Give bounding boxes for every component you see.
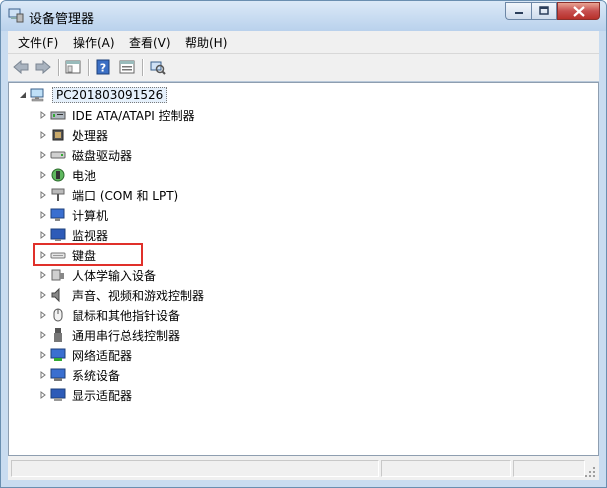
- tree-item-label: 监视器: [72, 228, 109, 243]
- help-icon: ?: [96, 59, 110, 75]
- expand-arrow-icon[interactable]: [38, 391, 47, 400]
- device-manager-icon: [8, 7, 24, 23]
- menu-view[interactable]: 查看(V): [129, 34, 171, 51]
- sound-icon: [50, 287, 66, 303]
- mouse-icon: [50, 307, 66, 323]
- properties-icon: [119, 60, 135, 74]
- computer-icon: [30, 87, 46, 103]
- computer-icon: [50, 207, 66, 223]
- tree-item-label: 系统设备: [72, 368, 121, 383]
- tree-root[interactable]: PC201803091526: [18, 85, 168, 105]
- expand-arrow-icon[interactable]: [38, 291, 47, 300]
- tree-item[interactable]: 显示适配器: [38, 385, 132, 405]
- tree-item[interactable]: 端口 (COM 和 LPT): [38, 185, 178, 205]
- tree-item-label: 鼠标和其他指针设备: [72, 308, 181, 323]
- tree-item[interactable]: 磁盘驱动器: [38, 145, 132, 165]
- tree-item-label: 计算机: [72, 208, 109, 223]
- tree-item-label: 显示适配器: [72, 388, 133, 403]
- disk-drive-icon: [50, 147, 66, 163]
- scan-hardware-icon: [150, 61, 166, 75]
- svg-text:?: ?: [100, 62, 106, 75]
- tree-item[interactable]: 系统设备: [38, 365, 120, 385]
- window-title: 设备管理器: [29, 12, 95, 27]
- close-icon: [572, 5, 585, 17]
- minimize-icon: [514, 12, 523, 14]
- tree-item-label: 磁盘驱动器: [72, 148, 133, 163]
- menu-help[interactable]: 帮助(H): [185, 34, 227, 51]
- menu-action[interactable]: 操作(A): [73, 34, 115, 51]
- status-panel-2: [381, 460, 511, 477]
- tree-item[interactable]: 计算机: [38, 205, 108, 225]
- expand-arrow-icon[interactable]: [38, 191, 47, 200]
- tree-item-label: 端口 (COM 和 LPT): [72, 188, 179, 203]
- expand-arrow-icon[interactable]: [38, 331, 47, 340]
- expand-arrow-icon[interactable]: [38, 271, 47, 280]
- scan-hardware-button[interactable]: [149, 58, 167, 76]
- back-icon: [13, 60, 29, 74]
- close-button[interactable]: [557, 2, 600, 20]
- tree-item[interactable]: 网络适配器: [38, 345, 132, 365]
- title-bar[interactable]: 设备管理器: [1, 1, 606, 31]
- properties-button[interactable]: [118, 58, 136, 76]
- collapse-arrow-icon[interactable]: [18, 91, 27, 100]
- forward-icon: [35, 60, 51, 74]
- expand-arrow-icon[interactable]: [38, 151, 47, 160]
- status-bar: [8, 456, 599, 480]
- tree-item[interactable]: 监视器: [38, 225, 108, 245]
- tree-item-label: 网络适配器: [72, 348, 133, 363]
- display-adapter-icon: [50, 387, 66, 403]
- expand-arrow-icon[interactable]: [38, 211, 47, 220]
- tree-item-label: 通用串行总线控制器: [72, 328, 181, 343]
- minimize-button[interactable]: [505, 2, 531, 20]
- expand-arrow-icon[interactable]: [38, 351, 47, 360]
- tree-item[interactable]: 电池: [38, 165, 96, 185]
- menu-file[interactable]: 文件(F): [18, 34, 58, 51]
- port-icon: [50, 187, 66, 203]
- tree-item[interactable]: 人体学输入设备: [38, 265, 156, 285]
- forward-button[interactable]: [34, 58, 52, 76]
- tree-item-label: 人体学输入设备: [72, 268, 157, 283]
- back-button[interactable]: [12, 58, 30, 76]
- tree-item[interactable]: 声音、视频和游戏控制器: [38, 285, 204, 305]
- expand-arrow-icon[interactable]: [38, 131, 47, 140]
- monitor-icon: [50, 227, 66, 243]
- expand-arrow-icon[interactable]: [38, 231, 47, 240]
- status-panel-3: [513, 460, 585, 477]
- network-adapter-icon: [50, 347, 66, 363]
- maximize-icon: [539, 6, 549, 15]
- device-manager-window: 设备管理器 文件(F) 操作(A) 查看(V) 帮助(H) ? PC201803…: [0, 0, 607, 488]
- expand-arrow-icon[interactable]: [38, 371, 47, 380]
- expand-arrow-icon[interactable]: [38, 311, 47, 320]
- expand-arrow-icon[interactable]: [38, 171, 47, 180]
- tree-item[interactable]: 鼠标和其他指针设备: [38, 305, 180, 325]
- tree-item[interactable]: 处理器: [38, 125, 108, 145]
- keyboard-highlight-box: [33, 243, 143, 266]
- tree-item[interactable]: 通用串行总线控制器: [38, 325, 180, 345]
- ide-controller-icon: [50, 107, 66, 123]
- tree-root-label: PC201803091526: [52, 87, 168, 103]
- device-tree[interactable]: PC201803091526 IDE ATA/ATAPI 控制器 处理器磁盘驱动器…: [8, 82, 599, 456]
- hid-icon: [50, 267, 66, 283]
- system-device-icon: [50, 367, 66, 383]
- menu-bar: 文件(F) 操作(A) 查看(V) 帮助(H): [8, 31, 599, 54]
- toolbar: ?: [8, 54, 599, 82]
- tree-item-label: 声音、视频和游戏控制器: [72, 288, 205, 303]
- tree-item[interactable]: IDE ATA/ATAPI 控制器: [38, 105, 195, 125]
- usb-icon: [50, 327, 66, 343]
- tree-item-label: IDE ATA/ATAPI 控制器: [72, 108, 195, 123]
- tree-item-label: 电池: [72, 168, 97, 183]
- show-hide-tree-icon: [65, 60, 81, 74]
- tree-item-label: 处理器: [72, 128, 109, 143]
- maximize-button[interactable]: [531, 2, 557, 20]
- resize-grip-icon[interactable]: [584, 466, 596, 478]
- expand-arrow-icon[interactable]: [38, 111, 47, 120]
- status-panel-1: [11, 460, 379, 477]
- processor-icon: [50, 127, 66, 143]
- show-hide-tree-button[interactable]: [64, 58, 82, 76]
- battery-icon: [50, 167, 66, 183]
- help-button[interactable]: ?: [94, 58, 112, 76]
